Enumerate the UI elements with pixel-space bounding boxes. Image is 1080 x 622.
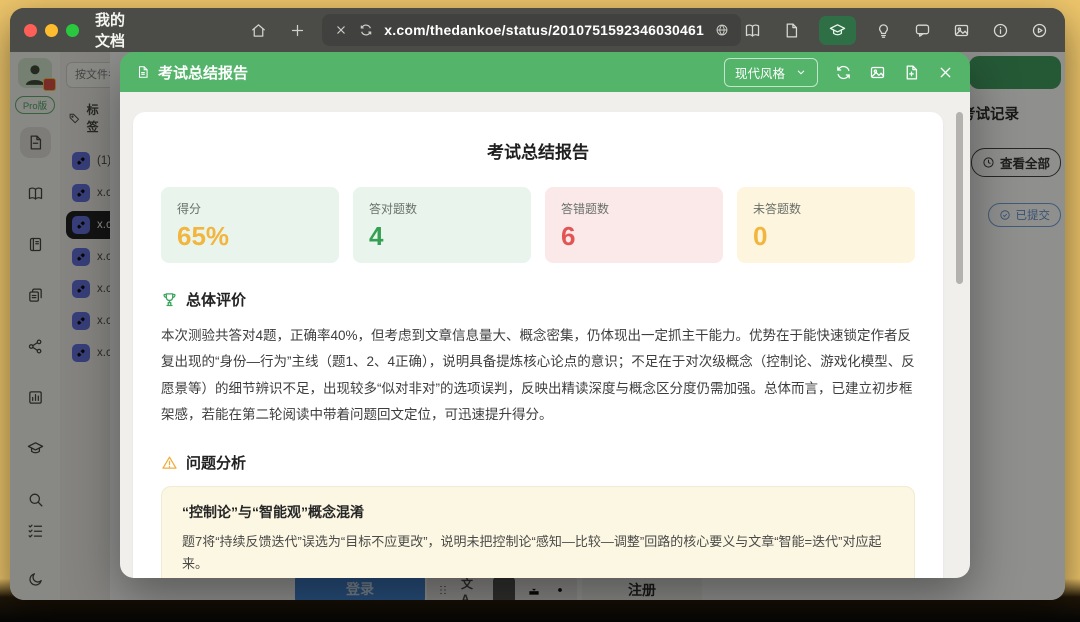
close-modal-icon[interactable] bbox=[937, 64, 954, 81]
new-tab-icon[interactable] bbox=[289, 22, 306, 39]
report-title: 考试总结报告 bbox=[161, 138, 915, 163]
titlebar: 我的文档 x.com/thedankoe/status/201075159234… bbox=[10, 8, 1065, 52]
trophy-icon bbox=[161, 291, 178, 308]
stat-correct: 答对题数 4 bbox=[353, 187, 531, 263]
top-toolbar bbox=[741, 16, 1051, 45]
zoom-window-button[interactable] bbox=[66, 24, 79, 37]
stat-value: 65% bbox=[177, 223, 323, 249]
url-text[interactable]: x.com/thedankoe/status/20107515923460304… bbox=[384, 22, 704, 38]
home-icon[interactable] bbox=[250, 22, 267, 39]
issues-heading: 问题分析 bbox=[161, 452, 915, 473]
stat-label: 答错题数 bbox=[561, 200, 707, 217]
window-title: 我的文档 bbox=[95, 9, 132, 51]
style-dropdown-value: 现代风格 bbox=[735, 63, 785, 82]
overall-text: 本次测验共答对4题，正确率40%，但考虑到文章信息量大、概念密集，仍体现出一定抓… bbox=[161, 323, 915, 428]
traffic-lights bbox=[24, 24, 79, 37]
stat-label: 得分 bbox=[177, 200, 323, 217]
reader-book-icon[interactable] bbox=[741, 19, 764, 42]
globe-icon bbox=[715, 23, 729, 37]
issue-body: 题7将“持续反馈迭代”误选为“目标不应更改”，说明未把控制论“感知—比较—调整”… bbox=[182, 531, 894, 575]
export-file-icon[interactable] bbox=[903, 64, 920, 81]
warning-triangle-icon bbox=[161, 454, 178, 471]
app-window: 我的文档 x.com/thedankoe/status/201075159234… bbox=[10, 8, 1065, 600]
overall-heading-label: 总体评价 bbox=[186, 289, 246, 310]
modal-header: 考试总结报告 现代风格 bbox=[120, 52, 970, 92]
issue-card: “控制论”与“智能观”概念混淆 题7将“持续反馈迭代”误选为“目标不应更改”，说… bbox=[161, 486, 915, 578]
regenerate-icon[interactable] bbox=[835, 64, 852, 81]
info-icon[interactable] bbox=[989, 19, 1012, 42]
lightbulb-icon[interactable] bbox=[872, 19, 895, 42]
exam-summary-modal: 考试总结报告 现代风格 考试总结报告 得分 65% bbox=[120, 52, 970, 578]
modal-scrollbar[interactable] bbox=[956, 112, 963, 284]
stat-score: 得分 65% bbox=[161, 187, 339, 263]
export-image-icon[interactable] bbox=[869, 64, 886, 81]
exam-mode-button[interactable] bbox=[819, 16, 856, 45]
issues-heading-label: 问题分析 bbox=[186, 452, 246, 473]
stat-wrong: 答错题数 6 bbox=[545, 187, 723, 263]
image-icon[interactable] bbox=[950, 19, 973, 42]
chevron-down-icon bbox=[795, 66, 807, 78]
issue-title: “控制论”与“智能观”概念混淆 bbox=[182, 502, 894, 522]
style-dropdown[interactable]: 现代风格 bbox=[724, 58, 818, 87]
browser-tab[interactable]: x.com/thedankoe/status/20107515923460304… bbox=[322, 14, 741, 46]
report-doc-icon bbox=[136, 65, 150, 79]
document-icon[interactable] bbox=[780, 19, 803, 42]
play-circle-icon[interactable] bbox=[1028, 19, 1051, 42]
minimize-window-button[interactable] bbox=[45, 24, 58, 37]
close-window-button[interactable] bbox=[24, 24, 37, 37]
stat-value: 0 bbox=[753, 223, 899, 249]
stat-value: 6 bbox=[561, 223, 707, 249]
report-card: 考试总结报告 得分 65% 答对题数 4 答错题数 6 未 bbox=[133, 112, 943, 578]
modal-body: 考试总结报告 得分 65% 答对题数 4 答错题数 6 未 bbox=[120, 92, 970, 578]
close-tab-icon[interactable] bbox=[334, 23, 348, 37]
refresh-icon[interactable] bbox=[359, 23, 373, 37]
stat-label: 答对题数 bbox=[369, 200, 515, 217]
stat-value: 4 bbox=[369, 223, 515, 249]
comment-icon[interactable] bbox=[911, 19, 934, 42]
stat-unanswered: 未答题数 0 bbox=[737, 187, 915, 263]
stat-label: 未答题数 bbox=[753, 200, 899, 217]
overall-heading: 总体评价 bbox=[161, 289, 915, 310]
stats-row: 得分 65% 答对题数 4 答错题数 6 未答题数 0 bbox=[161, 187, 915, 263]
modal-title: 考试总结报告 bbox=[158, 62, 248, 83]
